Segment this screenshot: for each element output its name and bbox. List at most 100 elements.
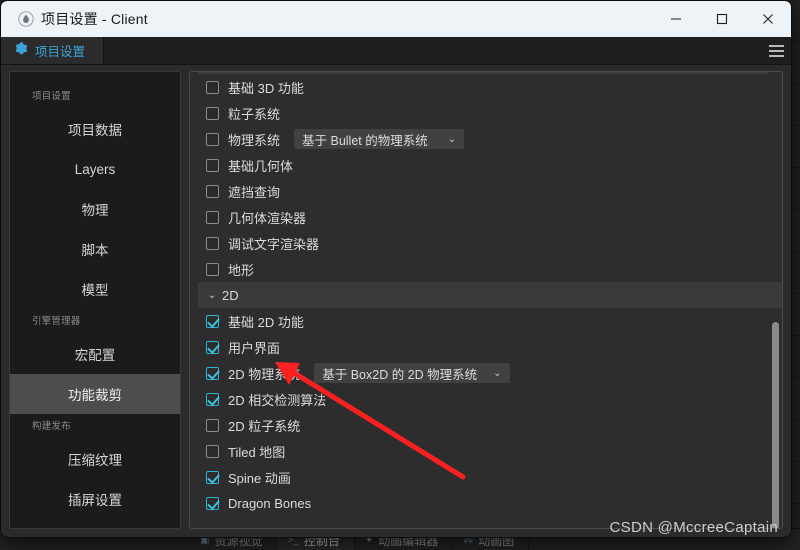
setting-row-2d-intersection[interactable]: 2D 相交检测算法 bbox=[198, 386, 782, 412]
sidebar-item-label: 脚本 bbox=[81, 243, 109, 258]
vertical-scrollbar[interactable] bbox=[772, 322, 779, 528]
setting-label: Dragon Bones bbox=[228, 495, 312, 511]
water-drop-icon bbox=[13, 11, 39, 27]
checkbox[interactable] bbox=[206, 470, 219, 484]
sidebar-item-label: 宏配置 bbox=[74, 348, 116, 363]
sidebar-group-title: 构建发布 bbox=[32, 421, 71, 432]
setting-row-tiled-map[interactable]: Tiled 地图 bbox=[198, 438, 782, 464]
sidebar-item-label: Layers bbox=[74, 161, 116, 177]
setting-row-spine[interactable]: Spine 动画 bbox=[198, 464, 782, 490]
sidebar-item-label: 插屏设置 bbox=[68, 493, 122, 508]
minimize-button[interactable] bbox=[653, 1, 699, 37]
settings-sidebar: 项目设置 项目数据 Layers 物理 脚本 模型 引擎管理器 宏配置 功能裁剪… bbox=[9, 71, 181, 529]
setting-row-particle-system[interactable]: 粒子系统 bbox=[198, 100, 782, 126]
checkbox[interactable] bbox=[206, 210, 219, 224]
sidebar-item-splash-settings[interactable]: 插屏设置 bbox=[10, 479, 180, 519]
setting-label: 用户界面 bbox=[228, 340, 281, 356]
checkbox[interactable] bbox=[206, 80, 219, 94]
setting-row-geometry-renderer[interactable]: 几何体渲染器 bbox=[198, 204, 782, 230]
setting-row-basic-2d[interactable]: 基础 2D 功能 bbox=[198, 308, 782, 334]
checkbox[interactable] bbox=[206, 262, 219, 276]
tab-project-settings[interactable]: 项目设置 bbox=[1, 37, 105, 64]
group-label: 2D bbox=[222, 287, 239, 303]
close-button[interactable] bbox=[745, 1, 791, 37]
sidebar-item-label: 压缩纹理 bbox=[68, 453, 122, 468]
setting-row-2d-physics-system[interactable]: 2D 物理系统 基于 Box2D 的 2D 物理系统 ⌄ bbox=[198, 360, 782, 386]
setting-label: 2D 物理系统 bbox=[228, 366, 301, 382]
sidebar-item-label: 功能裁剪 bbox=[68, 388, 122, 403]
window-controls bbox=[653, 1, 791, 37]
setting-row-occlusion-query[interactable]: 遮挡查询 bbox=[198, 178, 782, 204]
dropdown-value: 基于 Bullet 的物理系统 bbox=[302, 133, 428, 148]
setting-label: Tiled 地图 bbox=[228, 444, 286, 460]
setting-label: 几何体渲染器 bbox=[228, 210, 307, 226]
setting-row-physics-system[interactable]: 物理系统 基于 Bullet 的物理系统 ⌄ bbox=[198, 126, 782, 152]
setting-row-basic-3d[interactable]: 基础 3D 功能 bbox=[198, 74, 782, 100]
setting-label: 地形 bbox=[228, 262, 255, 278]
tab-label: 项目设置 bbox=[35, 45, 86, 59]
sidebar-group-title: 项目设置 bbox=[32, 91, 71, 102]
window-tabbar: 项目设置 bbox=[1, 37, 791, 65]
feature-cropping-panel: 基础 3D 功能 粒子系统 物理系统 基于 Bullet 的物理系统 ⌄ 基础几… bbox=[189, 71, 783, 529]
checkbox[interactable] bbox=[206, 158, 219, 172]
checkbox[interactable] bbox=[206, 366, 219, 380]
physics-2d-backend-dropdown[interactable]: 基于 Box2D 的 2D 物理系统 ⌄ bbox=[314, 363, 510, 383]
hamburger-icon[interactable] bbox=[761, 37, 791, 64]
checkbox[interactable] bbox=[206, 418, 219, 432]
setting-row-terrain[interactable]: 地形 bbox=[198, 256, 782, 282]
setting-row-2d-particle-system[interactable]: 2D 粒子系统 bbox=[198, 412, 782, 438]
sidebar-item-feature-cropping[interactable]: 功能裁剪 bbox=[10, 374, 180, 414]
setting-label: 粒子系统 bbox=[228, 106, 281, 122]
setting-label: 调试文字渲染器 bbox=[228, 236, 320, 252]
watermark: CSDN @MccreeCaptain bbox=[609, 519, 778, 536]
tabbar-empty-space bbox=[104, 37, 761, 64]
setting-label: 基础 2D 功能 bbox=[228, 314, 304, 330]
sidebar-item-model[interactable]: 模型 bbox=[10, 269, 180, 309]
title-bar[interactable]: 项目设置 - Client bbox=[1, 1, 791, 37]
chevron-down-icon: ⌄ bbox=[207, 289, 217, 301]
checkbox[interactable] bbox=[206, 106, 219, 120]
physics-backend-dropdown[interactable]: 基于 Bullet 的物理系统 ⌄ bbox=[294, 129, 465, 149]
setting-label: 2D 相交检测算法 bbox=[228, 392, 327, 408]
setting-group-2d[interactable]: ⌄ 2D bbox=[198, 282, 782, 308]
settings-scroll-area: 基础 3D 功能 粒子系统 物理系统 基于 Bullet 的物理系统 ⌄ 基础几… bbox=[190, 72, 782, 528]
setting-label: 2D 粒子系统 bbox=[228, 418, 301, 434]
window-title: 项目设置 - Client bbox=[41, 11, 148, 27]
setting-label: 遮挡查询 bbox=[228, 184, 281, 200]
setting-label: Spine 动画 bbox=[228, 470, 291, 486]
sidebar-item-label: 项目数据 bbox=[68, 123, 122, 138]
sidebar-item-project-data[interactable]: 项目数据 bbox=[10, 109, 180, 149]
dropdown-value: 基于 Box2D 的 2D 物理系统 bbox=[322, 367, 478, 382]
sidebar-item-layers[interactable]: Layers bbox=[10, 149, 180, 189]
setting-label: 物理系统 bbox=[228, 132, 281, 148]
checkbox[interactable] bbox=[206, 392, 219, 406]
window-body: 项目设置 项目数据 Layers 物理 脚本 模型 引擎管理器 宏配置 功能裁剪… bbox=[1, 65, 791, 537]
checkbox[interactable] bbox=[206, 132, 219, 146]
chevron-down-icon: ⌄ bbox=[493, 367, 502, 379]
checkbox[interactable] bbox=[206, 444, 219, 458]
sidebar-item-texture-compress[interactable]: 压缩纹理 bbox=[10, 439, 180, 479]
sidebar-item-script[interactable]: 脚本 bbox=[10, 229, 180, 269]
gear-icon bbox=[15, 41, 28, 60]
sidebar-item-label: 模型 bbox=[81, 283, 109, 298]
sidebar-item-label: 物理 bbox=[81, 203, 109, 218]
checkbox[interactable] bbox=[206, 340, 219, 354]
screen: ▣ 资源视觉 >_ 控制台 ✦ 动画编辑器 ⁂ 动画图 项目设置 - Clien… bbox=[0, 0, 800, 550]
setting-row-dragon-bones[interactable]: Dragon Bones bbox=[198, 490, 782, 516]
project-settings-window: 项目设置 - Client 项目设置 项目设置 项目数据 Layers 物理 脚… bbox=[0, 0, 792, 538]
setting-label: 基础 3D 功能 bbox=[228, 80, 304, 96]
settings-rows: 基础 3D 功能 粒子系统 物理系统 基于 Bullet 的物理系统 ⌄ 基础几… bbox=[190, 74, 782, 516]
sidebar-item-physics[interactable]: 物理 bbox=[10, 189, 180, 229]
checkbox[interactable] bbox=[206, 314, 219, 328]
checkbox[interactable] bbox=[206, 496, 219, 510]
checkbox[interactable] bbox=[206, 236, 219, 250]
checkbox[interactable] bbox=[206, 184, 219, 198]
setting-row-basic-geometry[interactable]: 基础几何体 bbox=[198, 152, 782, 178]
chevron-down-icon: ⌄ bbox=[447, 133, 457, 145]
sidebar-group-title: 引擎管理器 bbox=[32, 316, 81, 327]
maximize-button[interactable] bbox=[699, 1, 745, 37]
setting-row-debug-text-renderer[interactable]: 调试文字渲染器 bbox=[198, 230, 782, 256]
sidebar-item-macro-config[interactable]: 宏配置 bbox=[10, 334, 180, 374]
setting-label: 基础几何体 bbox=[228, 158, 294, 174]
setting-row-ui[interactable]: 用户界面 bbox=[198, 334, 782, 360]
